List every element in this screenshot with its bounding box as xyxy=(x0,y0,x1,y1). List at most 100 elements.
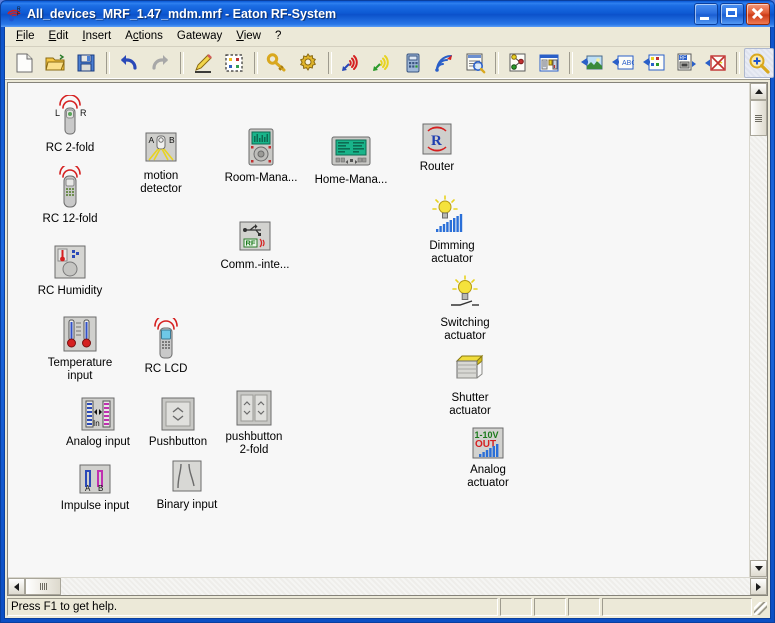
rf-send-button[interactable] xyxy=(367,48,397,78)
rf-signal-button[interactable] xyxy=(429,48,459,78)
room-manager-icon xyxy=(241,125,281,169)
menu-file[interactable]: File xyxy=(9,28,42,45)
title-bar: R F All_devices_MRF_1.47_mdm.mrf - Eaton… xyxy=(1,1,774,27)
menu-edit[interactable]: Edit xyxy=(42,28,76,45)
open-file-button[interactable] xyxy=(40,48,70,78)
document-row: L R RC 2-fold RC 12-fold RC Humidity Tem… xyxy=(8,83,767,577)
separator-1 xyxy=(106,52,110,74)
separator-6 xyxy=(569,52,573,74)
maximize-button[interactable] xyxy=(720,3,744,25)
device-label: RC 12-fold xyxy=(42,213,98,225)
menu-gateway[interactable]: Gateway xyxy=(170,28,229,45)
device-rc-12-fold[interactable]: RC 12-fold xyxy=(22,166,118,226)
menu-view[interactable]: View xyxy=(229,28,268,45)
svg-text:A: A xyxy=(85,484,91,493)
device-label: pushbutton 2-fold xyxy=(225,431,283,456)
home-manager-icon xyxy=(328,127,374,171)
redo-button[interactable] xyxy=(145,48,175,78)
device-comm-interface[interactable]: RF Comm.-inte... xyxy=(207,212,303,272)
scroll-left-button[interactable] xyxy=(8,578,25,595)
rf-receive-button[interactable] xyxy=(336,48,366,78)
device-label: Temperature input xyxy=(47,357,113,382)
device-rc-humidity[interactable]: RC Humidity xyxy=(22,238,118,298)
device-shutter-actuator[interactable]: Shutter actuator xyxy=(422,345,518,418)
edit-button[interactable] xyxy=(188,48,218,78)
application-window: R F All_devices_MRF_1.47_mdm.mrf - Eaton… xyxy=(0,0,775,623)
svg-text:In: In xyxy=(93,419,100,428)
menu-insert[interactable]: Insert xyxy=(75,28,118,45)
device-pushbutton-2-fold[interactable]: pushbutton 2-fold xyxy=(206,384,302,457)
device-router[interactable]: R Router xyxy=(389,114,485,174)
new-file-button[interactable] xyxy=(9,48,39,78)
device-impulse-input[interactable]: A B Impulse input xyxy=(47,453,143,513)
device-label: Pushbutton xyxy=(148,436,208,448)
device-binary-input[interactable]: Binary input xyxy=(139,452,235,512)
device-temperature-input[interactable]: Temperature input xyxy=(32,310,128,383)
device-label: Home-Mana... xyxy=(314,174,388,186)
import-text-button[interactable]: ABC xyxy=(608,48,638,78)
separator-7 xyxy=(736,52,740,74)
device-canvas[interactable]: L R RC 2-fold RC 12-fold RC Humidity Tem… xyxy=(8,83,749,577)
scroll-down-button[interactable] xyxy=(750,560,767,577)
vertical-scroll-thumb[interactable] xyxy=(750,100,767,136)
select-area-button[interactable] xyxy=(219,48,249,78)
import-image-button[interactable] xyxy=(577,48,607,78)
window-title: All_devices_MRF_1.47_mdm.mrf - Eaton RF-… xyxy=(27,7,337,21)
inspect-button[interactable] xyxy=(460,48,490,78)
document-area: L R RC 2-fold RC 12-fold RC Humidity Tem… xyxy=(7,82,768,596)
device-label: Router xyxy=(419,161,455,173)
device-rc-lcd[interactable]: RC LCD xyxy=(118,316,214,376)
key-button[interactable] xyxy=(262,48,292,78)
binary-input-icon xyxy=(168,452,206,496)
device-rc-2-fold[interactable]: L R RC 2-fold xyxy=(22,95,118,155)
horizontal-scroll-track[interactable] xyxy=(61,578,750,595)
svg-text:RF: RF xyxy=(246,239,256,248)
status-pane-2 xyxy=(534,598,566,616)
horizontal-scrollbar[interactable] xyxy=(8,577,767,595)
scroll-right-button[interactable] xyxy=(750,578,767,595)
delete-link-button[interactable] xyxy=(701,48,731,78)
menu-actions[interactable]: Actions xyxy=(118,28,170,45)
separator-5 xyxy=(495,52,499,74)
menu-help[interactable]: ? xyxy=(268,28,288,45)
vertical-scroll-track[interactable] xyxy=(750,136,767,560)
device-switching-actuator[interactable]: Switching actuator xyxy=(417,270,513,343)
settings-button[interactable] xyxy=(293,48,323,78)
device-analog-actuator[interactable]: 1-10V OUT Analog actuator xyxy=(440,417,536,490)
scroll-up-button[interactable] xyxy=(750,83,767,100)
device-dimming-actuator[interactable]: Dimming actuator xyxy=(404,193,500,266)
pushbutton-icon xyxy=(158,389,198,433)
vertical-scrollbar[interactable] xyxy=(749,83,767,577)
topology-button[interactable] xyxy=(503,48,533,78)
resize-grip[interactable] xyxy=(752,598,768,616)
horizontal-scroll-thumb[interactable] xyxy=(25,578,61,595)
device-room-manager[interactable]: Room-Mana... xyxy=(213,125,309,185)
router-icon: R xyxy=(419,114,455,158)
minimize-button[interactable] xyxy=(694,3,718,25)
device-label: Analog actuator xyxy=(467,464,509,489)
remote-control-12fold-icon xyxy=(47,166,93,210)
rf-antenna-icon: R F xyxy=(5,5,23,23)
svg-text:RF: RF xyxy=(680,55,687,61)
project-window-button[interactable] xyxy=(534,48,564,78)
motion-detector-icon: A B xyxy=(142,123,180,167)
close-button[interactable] xyxy=(746,3,770,25)
analog-actuator-icon: 1-10V OUT xyxy=(470,417,506,461)
import-data-button[interactable] xyxy=(639,48,669,78)
dimming-actuator-icon xyxy=(430,193,474,237)
device-label: Binary input xyxy=(156,499,218,511)
impulse-input-icon: A B xyxy=(76,453,114,497)
switching-actuator-icon xyxy=(445,270,485,314)
calculator-button[interactable] xyxy=(398,48,428,78)
svg-text:R: R xyxy=(431,133,442,149)
status-pane-3 xyxy=(568,598,600,616)
device-motion-detector[interactable]: A B motion detector xyxy=(113,123,209,196)
zoom-in-button[interactable] xyxy=(744,48,774,78)
save-file-button[interactable] xyxy=(71,48,101,78)
device-label: Analog input xyxy=(66,436,130,448)
device-home-manager[interactable]: Home-Mana... xyxy=(303,127,399,187)
toolbar: ABC RF xyxy=(5,47,774,80)
undo-button[interactable] xyxy=(114,48,144,78)
remote-control-lcd-icon xyxy=(146,316,186,360)
rf-download-button[interactable]: RF xyxy=(670,48,700,78)
